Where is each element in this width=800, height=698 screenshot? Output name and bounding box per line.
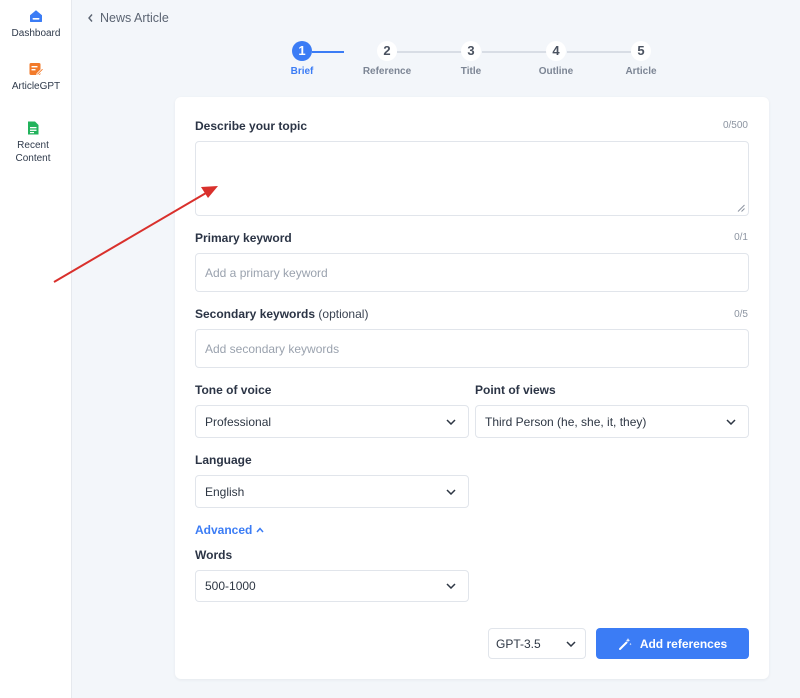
step-brief[interactable]: 1 Brief	[272, 41, 332, 77]
chevron-down-icon	[726, 418, 736, 425]
step-label: Reference	[362, 66, 412, 77]
secondary-keywords-counter: 0/5	[734, 309, 748, 320]
topic-label: Describe your topic	[195, 119, 308, 133]
secondary-keywords-label-text: Secondary keywords	[195, 307, 316, 321]
edit-icon	[29, 63, 44, 76]
primary-keyword-input[interactable]: Add a primary keyword	[195, 253, 749, 292]
step-number: 4	[546, 41, 566, 61]
step-article[interactable]: 5 Article	[611, 41, 671, 77]
step-label: Article	[625, 66, 657, 77]
step-number: 1	[292, 41, 312, 61]
point-of-view-value: Third Person (he, she, it, they)	[485, 414, 647, 429]
chevron-down-icon	[446, 583, 456, 589]
secondary-keywords-placeholder: Add secondary keywords	[205, 341, 340, 356]
main-area: News Article 1 Brief 2 Reference 3 Title…	[72, 0, 800, 698]
language-value: English	[205, 484, 245, 499]
step-label: Brief	[290, 66, 314, 77]
sidebar-item-recent-content[interactable]: Recent Content	[0, 120, 66, 165]
step-title[interactable]: 3 Title	[441, 41, 501, 77]
secondary-keywords-input[interactable]: Add secondary keywords	[195, 329, 749, 368]
sidebar-item-articlegpt[interactable]: ArticleGPT	[0, 61, 72, 93]
step-number: 3	[461, 41, 481, 61]
step-label: Title	[460, 66, 482, 77]
language-select[interactable]: English	[195, 475, 469, 508]
step-reference[interactable]: 2 Reference	[357, 41, 417, 77]
sidebar-item-label: Dashboard	[11, 28, 61, 39]
secondary-keywords-label: Secondary keywords (optional)	[195, 307, 368, 321]
document-icon	[28, 121, 39, 135]
step-label: Outline	[538, 66, 574, 77]
tone-select[interactable]: Professional	[195, 405, 469, 438]
words-value: 500-1000	[205, 579, 256, 593]
model-value: GPT-3.5	[496, 636, 541, 651]
tone-value: Professional	[205, 414, 272, 429]
progress-stepper: 1 Brief 2 Reference 3 Title 4 Outline 5 …	[72, 0, 800, 90]
step-number: 2	[377, 41, 397, 61]
point-of-view-label: Point of views	[475, 383, 556, 397]
words-select[interactable]: 500-1000	[195, 570, 469, 602]
language-label: Language	[195, 453, 252, 467]
primary-keyword-counter: 0/1	[734, 232, 748, 243]
chevron-down-icon	[446, 488, 456, 495]
tone-label: Tone of voice	[195, 383, 272, 397]
chevron-down-icon	[566, 640, 576, 647]
add-references-label: Add references	[639, 636, 728, 651]
topic-textarea[interactable]	[195, 141, 749, 216]
point-of-view-select[interactable]: Third Person (he, she, it, they)	[475, 405, 749, 438]
chevron-up-icon	[256, 527, 264, 533]
brief-form-card: Describe your topic 0/500 Primary keywor…	[175, 97, 769, 679]
sidebar: Dashboard ArticleGPT Recent Content	[0, 0, 72, 698]
chevron-down-icon	[446, 418, 456, 425]
topic-counter: 0/500	[722, 120, 748, 131]
home-icon	[30, 10, 42, 22]
sidebar-item-label: ArticleGPT	[11, 81, 61, 92]
add-references-button[interactable]: Add references	[596, 628, 749, 659]
primary-keyword-placeholder: Add a primary keyword	[205, 265, 328, 280]
optional-tag: (optional)	[318, 307, 369, 321]
primary-keyword-label: Primary keyword	[195, 231, 292, 245]
magic-wand-icon	[618, 637, 632, 650]
sidebar-item-label: Recent Content	[15, 140, 51, 164]
advanced-toggle[interactable]: Advanced	[195, 523, 264, 537]
step-outline[interactable]: 4 Outline	[526, 41, 586, 77]
sidebar-item-dashboard[interactable]: Dashboard	[0, 8, 72, 40]
step-number: 5	[631, 41, 651, 61]
words-label: Words	[195, 548, 233, 562]
resize-handle-icon[interactable]	[737, 204, 745, 212]
model-select[interactable]: GPT-3.5	[488, 628, 586, 659]
advanced-label: Advanced	[195, 523, 253, 537]
